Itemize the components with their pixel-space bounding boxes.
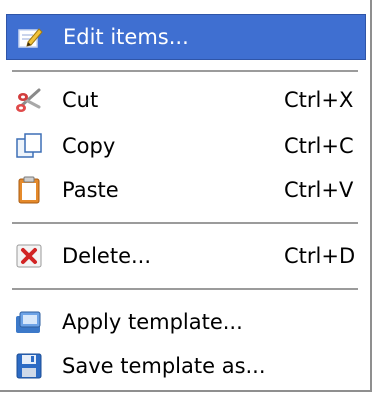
menu-separator	[12, 70, 358, 72]
menu-item-shortcut: Ctrl+V	[284, 178, 354, 202]
menu-item-shortcut: Ctrl+X	[284, 88, 354, 112]
context-menu: Edit items... Cut Ctrl+X Copy Ctrl+C Pas…	[0, 0, 372, 392]
menu-item-label: Copy	[62, 134, 116, 158]
menu-item-copy[interactable]: Copy Ctrl+C	[6, 126, 366, 166]
menu-item-apply-template[interactable]: Apply template...	[6, 302, 366, 342]
menu-item-label: Edit items...	[63, 25, 189, 49]
menu-item-shortcut: Ctrl+C	[284, 134, 354, 158]
scissors-icon	[14, 85, 44, 115]
menu-item-label: Save template as...	[62, 354, 266, 378]
delete-x-icon	[14, 241, 44, 271]
menu-separator	[12, 222, 358, 224]
edit-pencil-icon	[15, 22, 45, 52]
menu-item-cut[interactable]: Cut Ctrl+X	[6, 80, 366, 120]
paste-clipboard-icon	[14, 175, 44, 205]
menu-item-shortcut: Ctrl+D	[284, 244, 356, 268]
menu-item-paste[interactable]: Paste Ctrl+V	[6, 170, 366, 210]
menu-item-label: Cut	[62, 88, 99, 112]
apply-template-icon	[14, 307, 44, 337]
copy-icon	[14, 131, 44, 161]
menu-item-delete[interactable]: Delete... Ctrl+D	[6, 236, 366, 276]
menu-item-label: Delete...	[62, 244, 152, 268]
menu-item-label: Paste	[62, 178, 119, 202]
menu-separator	[12, 288, 358, 290]
menu-item-save-template-as[interactable]: Save template as...	[6, 346, 366, 386]
menu-item-edit-items[interactable]: Edit items...	[6, 14, 366, 60]
save-floppy-icon	[14, 351, 44, 381]
menu-item-label: Apply template...	[62, 310, 243, 334]
